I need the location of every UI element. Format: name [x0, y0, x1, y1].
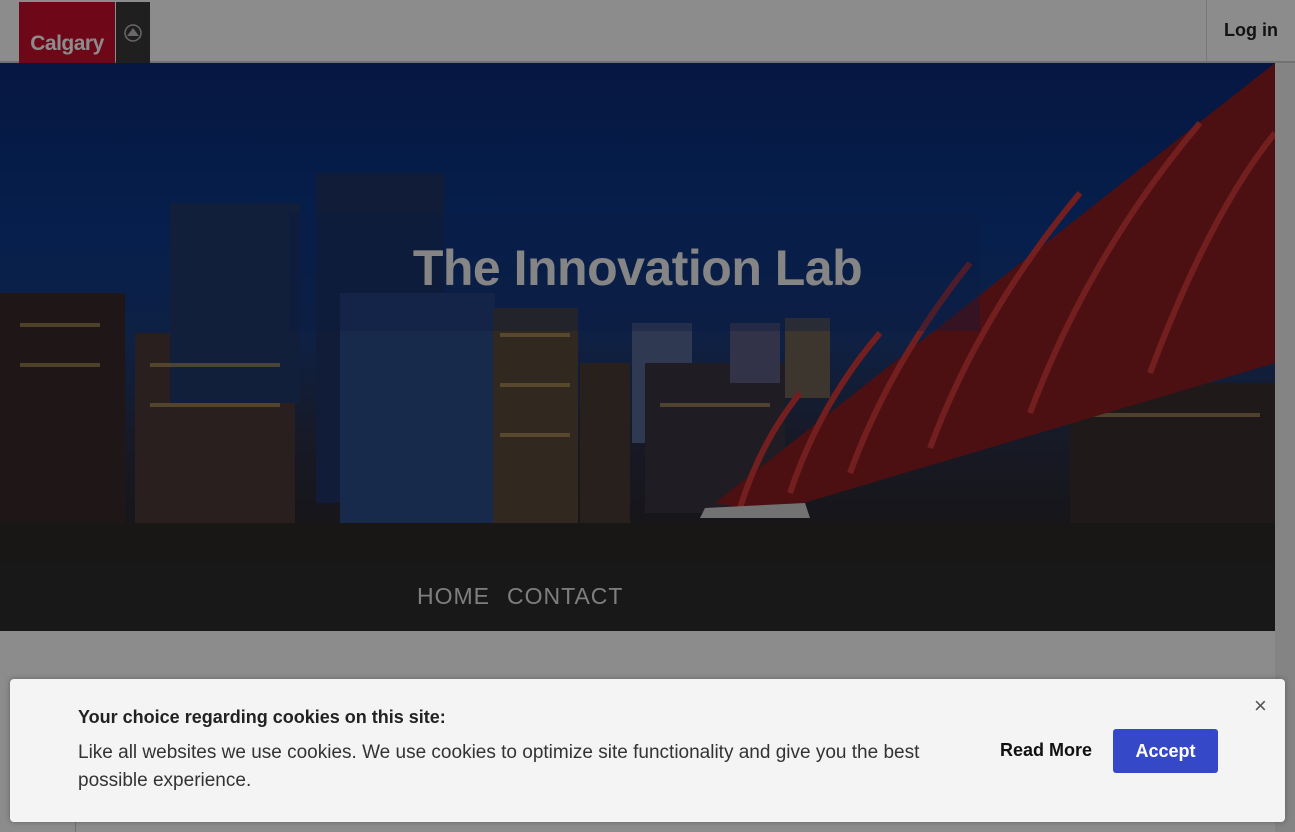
cookie-banner-text: Like all websites we use cookies. We use… — [78, 742, 920, 791]
read-more-link[interactable]: Read More — [1000, 740, 1092, 761]
close-icon[interactable]: × — [1254, 693, 1267, 719]
cookie-banner: Your choice regarding cookies on this si… — [10, 679, 1285, 822]
accept-cookies-button[interactable]: Accept — [1113, 729, 1218, 773]
cookie-banner-title: Your choice regarding cookies on this si… — [78, 707, 446, 727]
